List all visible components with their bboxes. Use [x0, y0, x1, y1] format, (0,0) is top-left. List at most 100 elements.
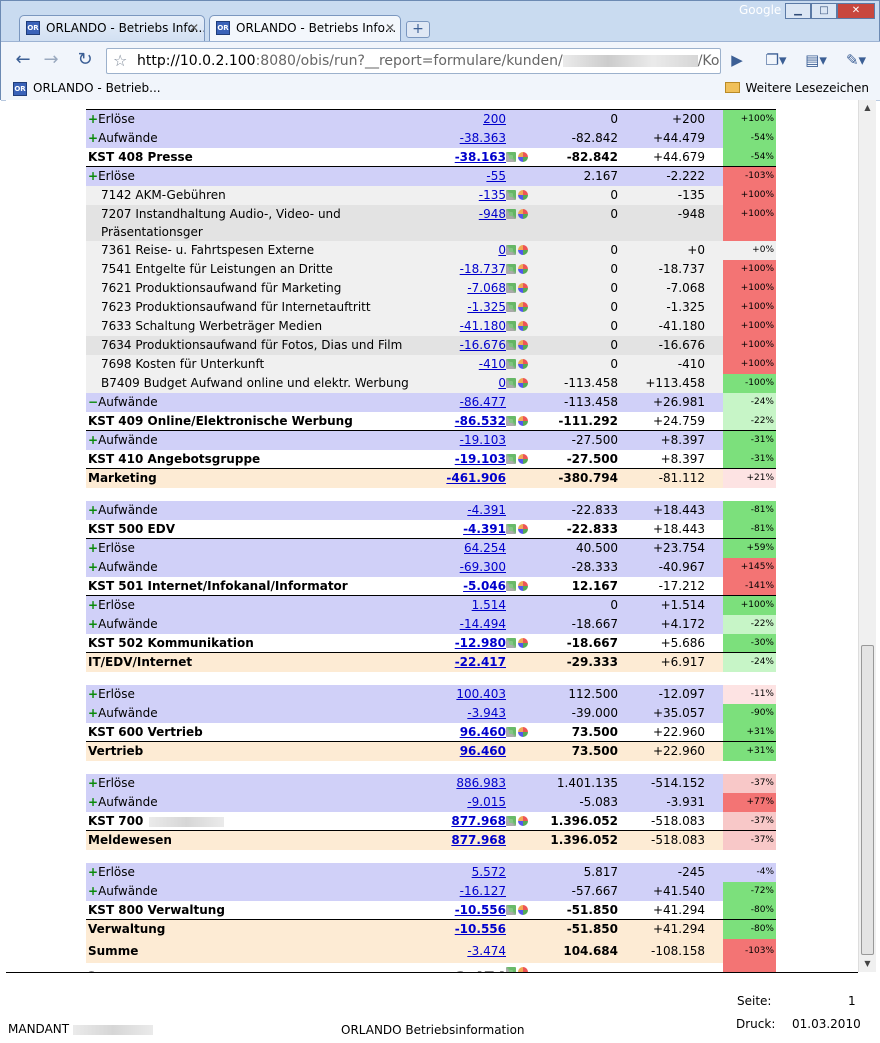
actual-value[interactable]: -14.494 [460, 615, 506, 634]
drilldown-link[interactable]: 100.403 [456, 687, 506, 701]
actual-value[interactable]: -19.103 [460, 431, 506, 450]
actual-value[interactable]: -41.180 [460, 317, 506, 336]
drilldown-link[interactable]: 877.968 [451, 814, 506, 828]
pie-chart-icon[interactable] [518, 816, 528, 826]
row-label[interactable]: +Aufwände [88, 704, 468, 723]
drilldown-link[interactable]: -41.180 [460, 319, 506, 333]
detail-icon[interactable] [506, 190, 516, 200]
row-label[interactable]: +Erlöse [88, 539, 468, 558]
row-label[interactable]: +Erlöse [88, 685, 468, 704]
collapse-icon[interactable]: − [88, 395, 98, 409]
drilldown-link[interactable]: 0 [498, 376, 506, 390]
pie-chart-icon[interactable] [518, 727, 528, 737]
drilldown-link[interactable]: -4.391 [463, 522, 506, 536]
expand-icon[interactable]: + [88, 598, 98, 612]
expand-icon[interactable]: + [88, 706, 98, 720]
expand-icon[interactable]: + [88, 169, 98, 183]
detail-icon[interactable] [506, 245, 516, 255]
drilldown-link[interactable]: -22.417 [455, 655, 506, 669]
pie-chart-icon[interactable] [518, 378, 528, 388]
actual-value[interactable]: 5.572 [472, 863, 506, 882]
detail-icon[interactable] [506, 905, 516, 915]
drilldown-link[interactable]: -69.300 [460, 560, 506, 574]
expand-icon[interactable]: + [88, 503, 98, 517]
actual-value[interactable]: 0 [498, 241, 506, 260]
pie-chart-icon[interactable] [518, 638, 528, 648]
pie-chart-icon[interactable] [518, 321, 528, 331]
drilldown-link[interactable]: -7.068 [467, 281, 506, 295]
actual-value[interactable]: -10.556 [455, 920, 506, 939]
detail-icon[interactable] [506, 321, 516, 331]
drilldown-link[interactable]: -16.676 [460, 338, 506, 352]
scrollbar-thumb[interactable] [861, 645, 874, 955]
drilldown-link[interactable]: -38.163 [455, 150, 506, 164]
actual-value[interactable]: -12.980 [455, 634, 506, 653]
expand-icon[interactable]: + [88, 560, 98, 574]
expand-icon[interactable]: + [88, 131, 98, 145]
actual-value[interactable]: -7.068 [467, 279, 506, 298]
pie-chart-icon[interactable] [518, 340, 528, 350]
actual-value[interactable]: 886.983 [456, 774, 506, 793]
actual-value[interactable]: -18.737 [460, 260, 506, 279]
other-bookmarks[interactable]: Weitere Lesezeichen [725, 77, 869, 99]
vertical-scrollbar[interactable]: ▲ ▼ [858, 100, 876, 972]
drilldown-link[interactable]: 200 [483, 112, 506, 126]
detail-icon[interactable] [506, 302, 516, 312]
actual-value[interactable]: 96.460 [460, 723, 506, 742]
drilldown-link[interactable]: -38.363 [460, 131, 506, 145]
pie-chart-icon[interactable] [518, 152, 528, 162]
maximize-button[interactable]: □ [811, 3, 837, 19]
actual-value[interactable]: 64.254 [464, 539, 506, 558]
drilldown-link[interactable]: -3.474 [467, 944, 506, 958]
pie-chart-icon[interactable] [518, 581, 528, 591]
actual-value[interactable]: -16.676 [460, 336, 506, 355]
pie-chart-icon[interactable] [518, 359, 528, 369]
new-tab-button[interactable]: + [406, 21, 430, 38]
drilldown-link[interactable]: 64.254 [464, 541, 506, 555]
expand-icon[interactable]: + [88, 541, 98, 555]
expand-icon[interactable]: + [88, 884, 98, 898]
detail-icon[interactable] [506, 378, 516, 388]
detail-icon[interactable] [506, 638, 516, 648]
tab-orlando-1[interactable]: OR ORLANDO - Betriebs Info... ✕ [19, 15, 205, 41]
detail-icon[interactable] [506, 359, 516, 369]
pie-chart-icon[interactable] [518, 264, 528, 274]
detail-icon[interactable] [506, 264, 516, 274]
close-tab-icon[interactable]: ✕ [385, 16, 395, 40]
pie-chart-icon[interactable] [518, 190, 528, 200]
expand-icon[interactable]: + [88, 776, 98, 790]
actual-value[interactable]: -69.300 [460, 558, 506, 577]
document-menu-icon[interactable]: ▤▾ [799, 49, 833, 71]
actual-value[interactable]: -4.391 [463, 520, 506, 539]
drilldown-link[interactable]: 886.983 [456, 776, 506, 790]
row-label[interactable]: +Aufwände [88, 431, 468, 450]
row-label[interactable]: +Aufwände [88, 882, 468, 901]
drilldown-link[interactable]: 96.460 [460, 725, 506, 739]
actual-value[interactable]: -10.556 [455, 901, 506, 920]
close-window-button[interactable]: ✕ [837, 3, 875, 19]
row-label[interactable]: +Aufwände [88, 129, 468, 148]
pie-chart-icon[interactable] [518, 416, 528, 426]
actual-value[interactable]: -461.906 [446, 469, 506, 488]
expand-icon[interactable]: + [88, 112, 98, 126]
actual-value[interactable]: 200 [483, 110, 506, 129]
actual-value[interactable]: -22.417 [455, 653, 506, 672]
actual-value[interactable]: -3.474 [467, 939, 506, 963]
detail-icon[interactable] [506, 727, 516, 737]
drilldown-link[interactable]: -4.391 [467, 503, 506, 517]
expand-icon[interactable]: + [88, 617, 98, 631]
drilldown-link[interactable]: -1.325 [467, 300, 506, 314]
pie-chart-icon[interactable] [518, 905, 528, 915]
reload-button[interactable]: ↻ [73, 49, 97, 71]
drilldown-link[interactable]: -18.737 [460, 262, 506, 276]
actual-value[interactable]: -1.325 [467, 298, 506, 317]
actual-value[interactable]: -948 [479, 205, 506, 223]
actual-value[interactable]: -55 [486, 167, 506, 186]
actual-value[interactable]: -16.127 [460, 882, 506, 901]
go-arrow-icon[interactable]: ▶ [727, 49, 747, 71]
expand-icon[interactable]: + [88, 795, 98, 809]
drilldown-link[interactable]: -55 [486, 169, 506, 183]
detail-icon[interactable] [506, 209, 516, 219]
drilldown-link[interactable]: -12.980 [455, 636, 506, 650]
actual-value[interactable]: 877.968 [451, 812, 506, 831]
